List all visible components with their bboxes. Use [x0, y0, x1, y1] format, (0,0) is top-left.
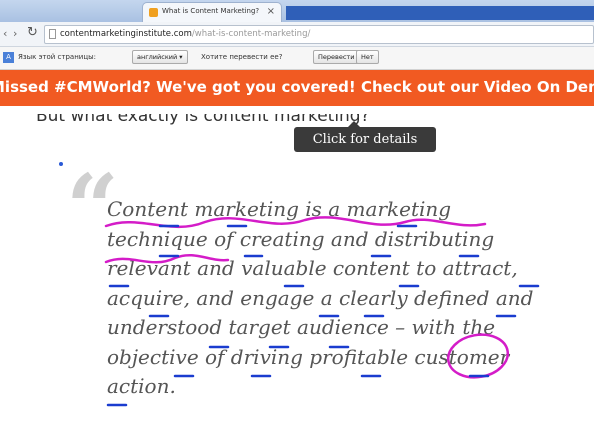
promo-banner[interactable]: Missed #CMWorld? We've got you covered! …: [0, 70, 594, 106]
favicon-icon: [149, 8, 158, 17]
navigation-bar: ‹ › ↻ contentmarketinginstitute.com/what…: [0, 22, 594, 47]
tooltip: Click for details: [294, 121, 436, 152]
url-path: /what-is-content-marketing/: [191, 29, 311, 39]
quote-line: acquire, and engage a clearly defined an…: [107, 285, 534, 310]
tab-title: What is Content Marketing?: [162, 7, 260, 15]
banner-text[interactable]: Missed #CMWorld? We've got you covered! …: [0, 78, 594, 96]
address-bar[interactable]: contentmarketinginstitute.com/what-is-co…: [44, 25, 594, 44]
quote-line: Content marketing is a marketing: [107, 197, 452, 221]
tab-strip: What is Content Marketing? ×: [0, 0, 594, 22]
forward-button[interactable]: ›: [13, 27, 17, 40]
quote-line: action.: [107, 374, 176, 398]
language-select[interactable]: английский ▾: [132, 50, 188, 64]
partial-heading: But what exactly is content marketing?: [36, 106, 370, 126]
quote-line: relevant and valuable content to attract…: [107, 256, 518, 280]
browser-tab[interactable]: What is Content Marketing? ×: [142, 2, 282, 22]
translate-prompt: Язык этой страницы:: [18, 53, 96, 61]
tab-close-icon[interactable]: ×: [267, 6, 275, 17]
translate-button[interactable]: Перевести: [313, 50, 360, 64]
translate-bar: A Язык этой страницы: английский ▾ Хотит…: [0, 47, 594, 70]
no-button[interactable]: Нет: [356, 50, 379, 64]
browser-chrome: What is Content Marketing? × ‹ › ↻ conte…: [0, 0, 594, 70]
translate-question: Хотите перевести ее?: [201, 53, 283, 61]
back-button[interactable]: ‹: [3, 27, 7, 40]
tab-strip-background: [286, 6, 594, 20]
url-domain: contentmarketinginstitute.com: [60, 29, 192, 39]
translate-icon: A: [3, 52, 14, 63]
reload-icon[interactable]: ↻: [27, 25, 38, 40]
quote-line: objective of driving profitable customer: [107, 344, 510, 369]
cursor-dot: [59, 162, 63, 166]
quote-line: understood target audience – with the: [107, 315, 496, 339]
definition-quote: Content marketing is a marketing techniq…: [107, 195, 591, 402]
page-icon: [49, 29, 56, 39]
url-text: contentmarketinginstitute.com/what-is-co…: [60, 29, 310, 39]
quote-line: technique of creating and distributing: [107, 226, 495, 251]
